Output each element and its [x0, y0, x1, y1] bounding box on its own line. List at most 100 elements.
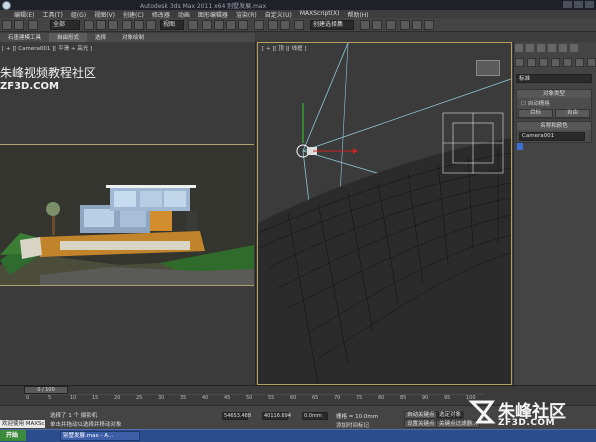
redo-icon[interactable] [14, 20, 24, 30]
subcategory-dropdown[interactable]: 标准 [516, 74, 592, 83]
camera-viewport-label[interactable]: [ + ][ Camera001 ][ 平滑 + 高光 ] [2, 44, 92, 52]
menu-modifiers[interactable]: 修改器 [152, 10, 170, 19]
add-time-tag-button[interactable]: 添加时间标记 [336, 421, 369, 429]
create-tab-icon[interactable] [515, 44, 523, 52]
time-tick-label: 20 [114, 395, 121, 401]
time-tick-label: 70 [334, 395, 341, 401]
menu-maxscript[interactable]: MAXScript(X) [300, 10, 340, 18]
autogrid-label: 自动栅格 [527, 101, 550, 107]
rect-region-icon[interactable] [108, 20, 118, 30]
key-selection-dropdown[interactable]: 选定对象 [436, 411, 465, 419]
auto-key-button[interactable]: 自动关键点 [404, 411, 438, 419]
object-name-field[interactable]: Camera001 [519, 132, 585, 141]
object-type-rollout: 对象类型 ☐ 自动栅格 目标 自由 [516, 89, 592, 119]
snap-icon[interactable] [202, 20, 212, 30]
select-object-icon[interactable] [84, 20, 94, 30]
time-tick-label: 75 [356, 395, 363, 401]
time-tick-label: 25 [136, 395, 143, 401]
geometry-icon[interactable] [515, 58, 524, 67]
wireframe-scene [258, 43, 511, 384]
set-key-button[interactable]: 设置关键点 [404, 420, 438, 428]
time-tick-label: 55 [268, 395, 275, 401]
link-icon[interactable] [28, 20, 38, 30]
systems-icon[interactable] [587, 58, 596, 67]
taskbar-item-3dsmax[interactable]: 别墅发展.max - A... [60, 431, 140, 441]
render-frame-icon[interactable] [412, 20, 422, 30]
object-type-title[interactable]: 对象类型 [517, 90, 591, 98]
edit-named-selection-icon[interactable] [254, 20, 264, 30]
status-prompt: 选择了 1 个 摄影机 [50, 413, 98, 419]
mirror-icon[interactable] [268, 20, 278, 30]
material-editor-icon[interactable] [386, 20, 396, 30]
motion-tab-icon[interactable] [548, 44, 556, 52]
rotate-icon[interactable] [134, 20, 144, 30]
layer-icon[interactable] [294, 20, 304, 30]
menu-create[interactable]: 创建(C) [123, 10, 144, 19]
menu-animation[interactable]: 动画 [178, 10, 190, 19]
time-tick-label: 15 [92, 395, 99, 401]
maxscript-listener[interactable]: 欢迎使用 MAXSc [0, 420, 45, 428]
move-icon[interactable] [122, 20, 132, 30]
free-camera-button[interactable]: 自由 [555, 109, 590, 118]
select-by-name-icon[interactable] [96, 20, 106, 30]
pivot-icon[interactable] [188, 20, 198, 30]
grid-size-label: 栅格 = 10.0mm [336, 414, 379, 420]
hierarchy-tab-icon[interactable] [537, 44, 545, 52]
main-toolbar: 全部 视图 创建选择集 [0, 18, 596, 32]
menu-group[interactable]: 组(G) [71, 10, 86, 19]
spacewarps-icon[interactable] [575, 58, 584, 67]
reference-coord-dropdown[interactable]: 视图 [160, 20, 184, 30]
render-icon[interactable] [424, 20, 434, 30]
z-coordinate-field[interactable]: 0.0mm [302, 412, 328, 420]
undo-icon[interactable] [2, 20, 12, 30]
named-selection-set-dropdown[interactable]: 创建选择集 [310, 20, 354, 30]
time-tick-label: 10 [70, 395, 77, 401]
minimize-button[interactable] [563, 1, 572, 8]
time-tick-label: 85 [400, 395, 407, 401]
object-color-swatch[interactable] [517, 143, 523, 150]
time-tick-label: 90 [422, 395, 429, 401]
percent-snap-icon[interactable] [226, 20, 236, 30]
create-category-row [515, 58, 596, 67]
angle-snap-icon[interactable] [214, 20, 224, 30]
time-slider[interactable]: 0 / 100 [24, 386, 68, 394]
target-camera-button[interactable]: 目标 [518, 109, 553, 118]
autogrid-checkbox[interactable]: ☐ 自动栅格 [517, 98, 591, 108]
app-menu-button[interactable] [2, 1, 11, 10]
menu-tools[interactable]: 工具(T) [42, 10, 62, 19]
scale-icon[interactable] [146, 20, 156, 30]
utilities-tab-icon[interactable] [570, 44, 578, 52]
x-coordinate-field[interactable]: 54653.488 [222, 412, 251, 420]
shapes-icon[interactable] [527, 58, 536, 67]
name-color-title[interactable]: 名称和颜色 [517, 122, 591, 130]
menu-bar: 编辑(E) 工具(T) 组(G) 视图(V) 创建(C) 修改器 动画 图形编辑… [14, 10, 369, 19]
schematic-view-icon[interactable] [372, 20, 382, 30]
menu-graph-editors[interactable]: 图形编辑器 [198, 10, 228, 19]
align-icon[interactable] [280, 20, 290, 30]
close-button[interactable] [585, 1, 594, 8]
brand-logo-icon [468, 400, 496, 424]
window-controls [563, 1, 594, 8]
spinner-snap-icon[interactable] [238, 20, 248, 30]
menu-views[interactable]: 视图(V) [94, 10, 115, 19]
start-button[interactable]: 开始 [0, 430, 26, 441]
status-hint: 单击并拖动以选择并移动对象 [50, 422, 122, 428]
time-tick-label: 50 [246, 395, 253, 401]
modify-tab-icon[interactable] [526, 44, 534, 52]
render-setup-icon[interactable] [400, 20, 410, 30]
menu-help[interactable]: 帮助(H) [347, 10, 368, 19]
menu-rendering[interactable]: 渲染(R) [236, 10, 257, 19]
helpers-icon[interactable] [563, 58, 572, 67]
time-tick-label: 40 [202, 395, 209, 401]
menu-customize[interactable]: 自定义(U) [265, 10, 292, 19]
cameras-icon[interactable] [551, 58, 560, 67]
lights-icon[interactable] [539, 58, 548, 67]
curve-editor-icon[interactable] [360, 20, 370, 30]
time-tick-label: 60 [290, 395, 297, 401]
selection-filter-dropdown[interactable]: 全部 [50, 20, 80, 30]
menu-edit[interactable]: 编辑(E) [14, 10, 34, 19]
display-tab-icon[interactable] [559, 44, 567, 52]
maximize-button[interactable] [574, 1, 583, 8]
y-coordinate-field[interactable]: 40116.694 [262, 412, 291, 420]
viewcube[interactable] [476, 60, 500, 76]
